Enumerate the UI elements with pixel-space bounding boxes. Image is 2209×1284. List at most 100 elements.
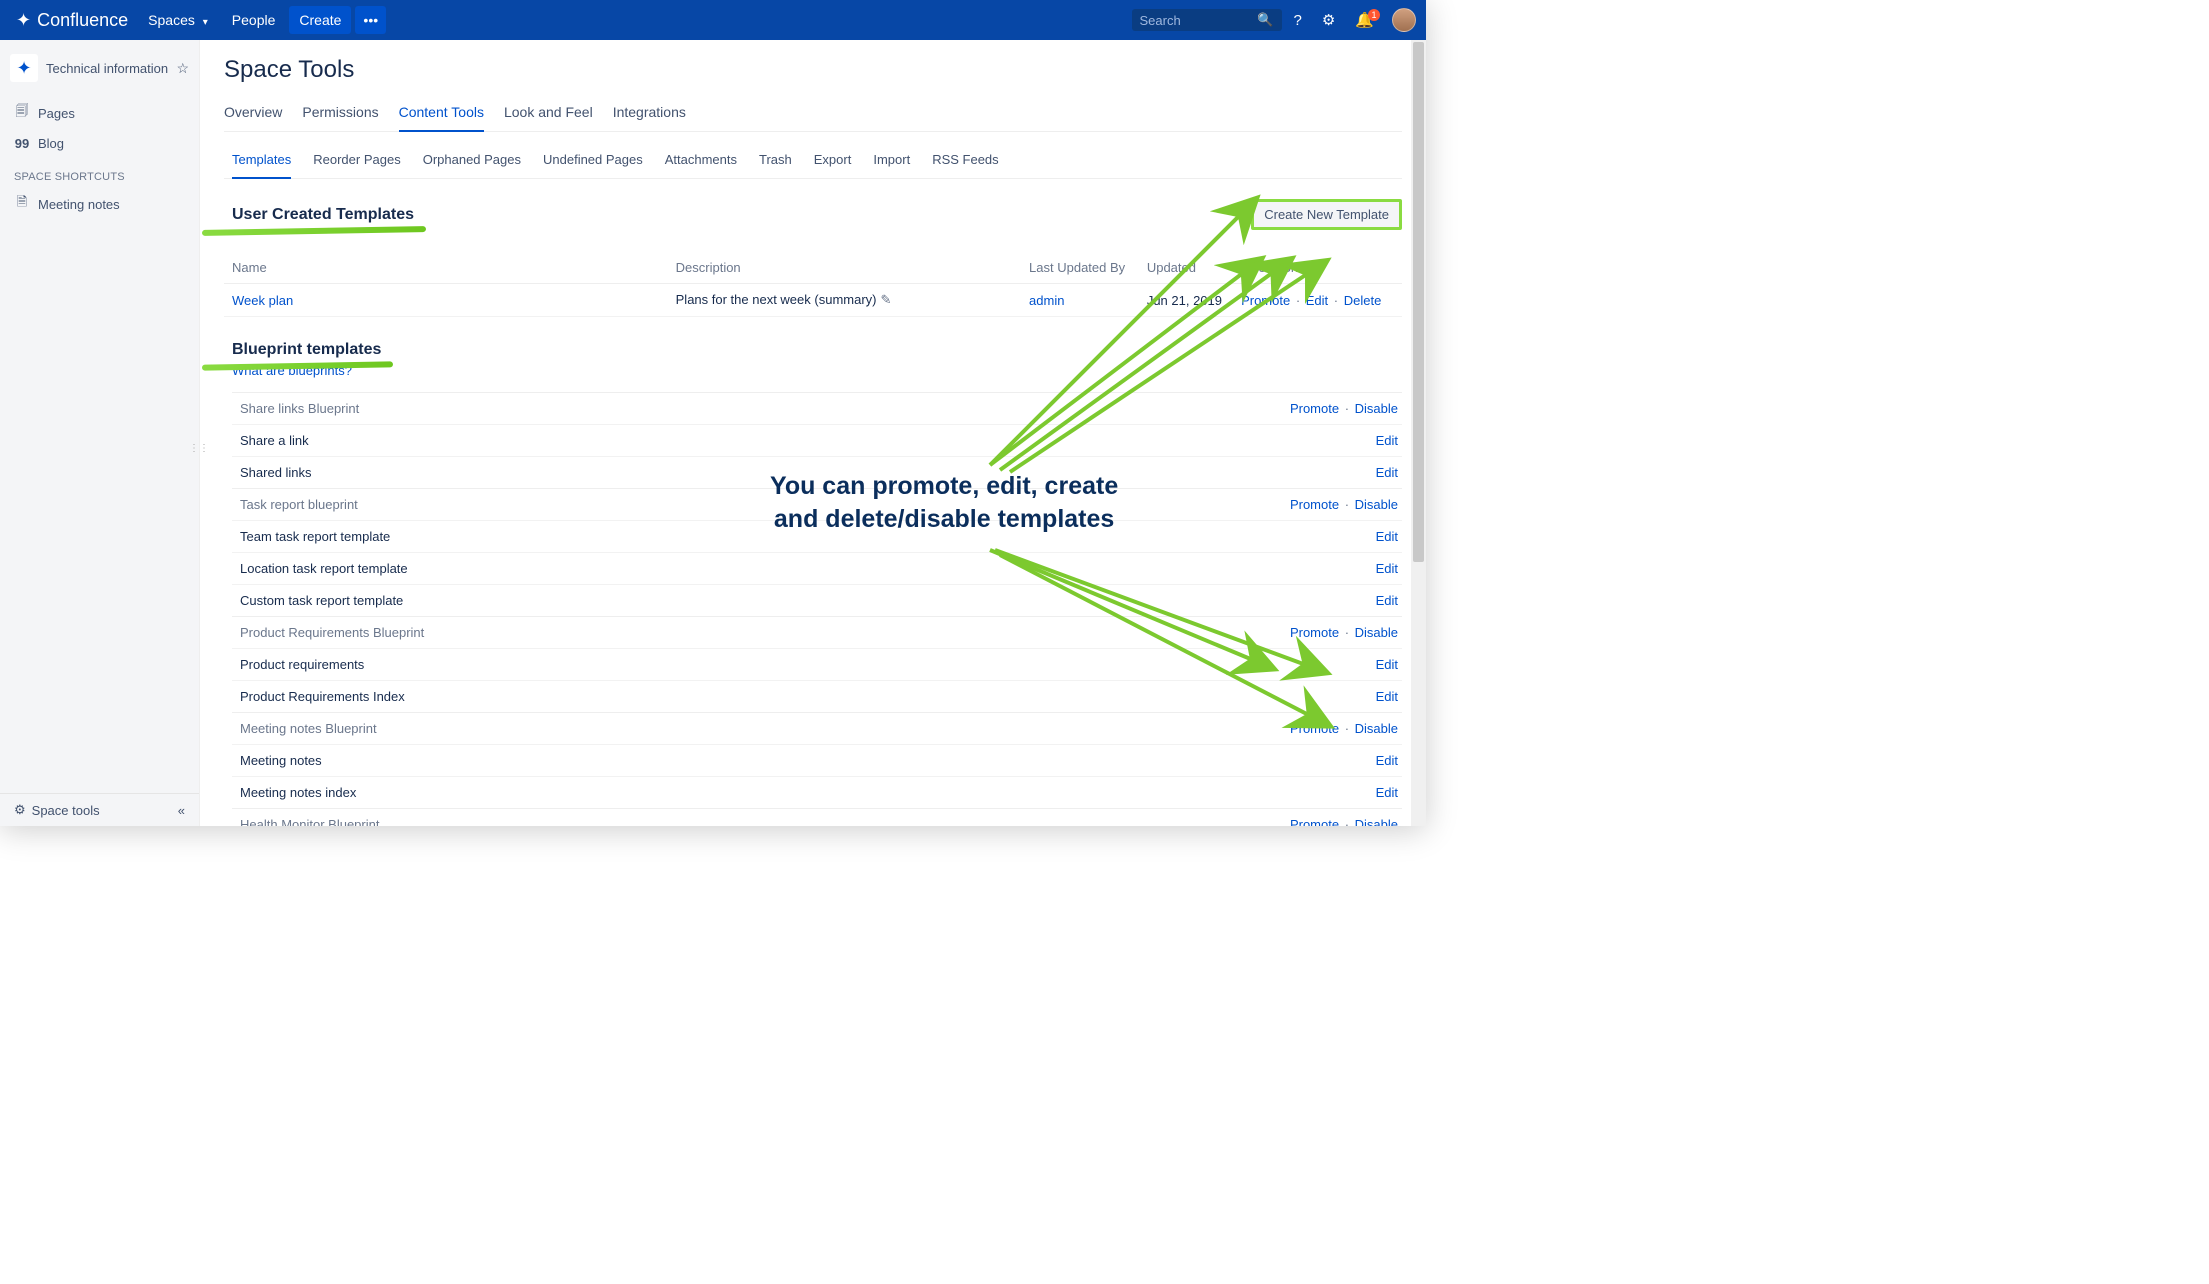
blueprint-row: Custom task report template Edit [232,584,1402,616]
sidebar-collapse[interactable]: « [178,803,185,818]
op-edit[interactable]: Edit [1376,529,1398,544]
col-operations: Operations [1237,252,1402,284]
blueprint-row: Team task report template Edit [232,520,1402,552]
tab-permissions[interactable]: Permissions [302,98,378,131]
col-description: Description [672,252,1025,284]
subtab-export[interactable]: Export [814,148,852,178]
op-edit[interactable]: Edit [1306,293,1328,308]
space-logo-icon: ✦ [10,54,38,82]
subtab-templates[interactable]: Templates [232,148,291,179]
tab-overview[interactable]: Overview [224,98,282,131]
sidebar-blog[interactable]: 99 Blog [0,130,199,157]
nav-people[interactable]: People [222,6,286,34]
col-updated: Updated [1143,252,1237,284]
template-name-link[interactable]: Week plan [232,293,293,308]
edit-desc-icon[interactable]: ✎ [877,292,892,307]
template-desc: Plans for the next week (summary) [676,292,877,307]
op-promote[interactable]: Promote [1241,293,1290,308]
col-last-updated-by: Last Updated By [1025,252,1143,284]
op-edit[interactable]: Edit [1376,785,1398,800]
blueprint-group-header: Product Requirements BlueprintPromote · … [232,616,1402,648]
nav-spaces-label: Spaces [148,12,195,28]
search-box[interactable]: 🔍 [1132,9,1282,31]
sidebar-space-tools[interactable]: ⚙ Space tools [14,802,100,818]
op-disable[interactable]: Disable [1355,625,1398,640]
subtab-attachments[interactable]: Attachments [665,148,737,178]
op-delete[interactable]: Delete [1344,293,1382,308]
blueprint-row: Product requirements Edit [232,648,1402,680]
search-icon: 🔍 [1257,12,1273,28]
op-disable[interactable]: Disable [1355,401,1398,416]
op-edit[interactable]: Edit [1376,753,1398,768]
sidebar-pages[interactable]: 🗐 Pages [0,96,199,130]
star-icon[interactable]: ☆ [176,60,189,77]
blueprint-row-name: Share a link [240,433,309,448]
blueprint-row: Share a link Edit [232,424,1402,456]
subtab-import[interactable]: Import [873,148,910,178]
help-icon[interactable]: ? [1286,8,1310,33]
primary-tabs: Overview Permissions Content Tools Look and… [224,98,1402,132]
avatar[interactable] [1392,8,1416,32]
confluence-logo-icon: ✦ [16,10,31,31]
op-disable[interactable]: Disable [1355,497,1398,512]
op-edit[interactable]: Edit [1376,561,1398,576]
sidebar-meeting-notes[interactable]: 🗎 Meeting notes [0,187,199,221]
sidebar: ✦ Technical information ☆ 🗐 Pages 99 Blo… [0,40,200,826]
sidebar-meeting-notes-label: Meeting notes [38,197,120,212]
notifications-icon[interactable]: 🔔1 [1347,7,1382,33]
op-promote[interactable]: Promote [1290,721,1339,736]
blueprint-row-name: Shared links [240,465,312,480]
blueprint-row: Meeting notesEdit [232,744,1402,776]
blueprint-row: Location task report templateEdit [232,552,1402,584]
nav-spaces[interactable]: Spaces ▾ [138,6,218,34]
op-edit[interactable]: Edit [1376,433,1398,448]
blueprint-group-name: Health Monitor Blueprint [240,817,379,826]
op-edit[interactable]: Edit [1376,657,1398,672]
op-promote[interactable]: Promote [1290,497,1339,512]
brand-text: Confluence [37,10,128,31]
tab-look-and-feel[interactable]: Look and Feel [504,98,593,131]
create-button[interactable]: Create [289,6,351,34]
blueprint-group-header: Share links BlueprintPromote · Disable [232,392,1402,424]
blueprint-group-header: Task report blueprintPromote · Disable [232,488,1402,520]
table-row: Week plan Plans for the next week (summar… [224,284,1402,317]
tab-integrations[interactable]: Integrations [613,98,686,131]
space-name[interactable]: Technical information [46,61,168,76]
create-new-template-button[interactable]: Create New Template [1251,199,1402,230]
op-disable[interactable]: Disable [1355,721,1398,736]
main: Space Tools OverviewPermissionsContent T… [200,40,1426,826]
op-edit[interactable]: Edit [1376,593,1398,608]
blueprint-row-name: Team task report template [240,529,390,544]
blueprint-row-name: Product requirements [240,657,364,672]
op-promote[interactable]: Promote [1290,401,1339,416]
op-disable[interactable]: Disable [1355,817,1398,826]
updated-by-link[interactable]: admin [1029,293,1064,308]
subtab-undefined-pages[interactable]: Undefined Pages [543,148,643,178]
blueprint-group-name: Product Requirements Blueprint [240,625,424,640]
blueprint-row-name: Custom task report template [240,593,403,608]
subtab-orphaned-pages[interactable]: Orphaned Pages [423,148,521,178]
subtab-reorder-pages[interactable]: Reorder Pages [313,148,400,178]
op-promote[interactable]: Promote [1290,817,1339,826]
updated-date: Jun 21, 2019 [1143,284,1237,317]
blueprint-group-name: Share links Blueprint [240,401,359,416]
op-edit[interactable]: Edit [1376,465,1398,480]
more-button[interactable]: ••• [355,6,386,34]
brand[interactable]: ✦ Confluence [10,10,134,31]
annotation-underline [202,226,426,236]
subtab-rss-feeds[interactable]: RSS Feeds [932,148,998,178]
blueprint-row-name: Meeting notes index [240,785,356,800]
search-input[interactable] [1140,13,1258,28]
subtab-trash[interactable]: Trash [759,148,792,178]
blueprint-row: Shared links Edit [232,456,1402,488]
tab-content-tools[interactable]: Content Tools [399,98,484,132]
op-promote[interactable]: Promote [1290,625,1339,640]
blueprint-row: Meeting notes index Edit [232,776,1402,808]
col-name: Name [224,252,672,284]
settings-icon[interactable]: ⚙ [1314,7,1343,33]
blueprint-row: Product Requirements IndexEdit [232,680,1402,712]
blueprint-list: Share links BlueprintPromote · DisableSh… [232,392,1402,826]
op-edit[interactable]: Edit [1376,689,1398,704]
top-nav: ✦ Confluence Spaces ▾ People Create ••• … [0,0,1426,40]
what-are-blueprints-link[interactable]: What are blueprints? [232,363,1402,378]
